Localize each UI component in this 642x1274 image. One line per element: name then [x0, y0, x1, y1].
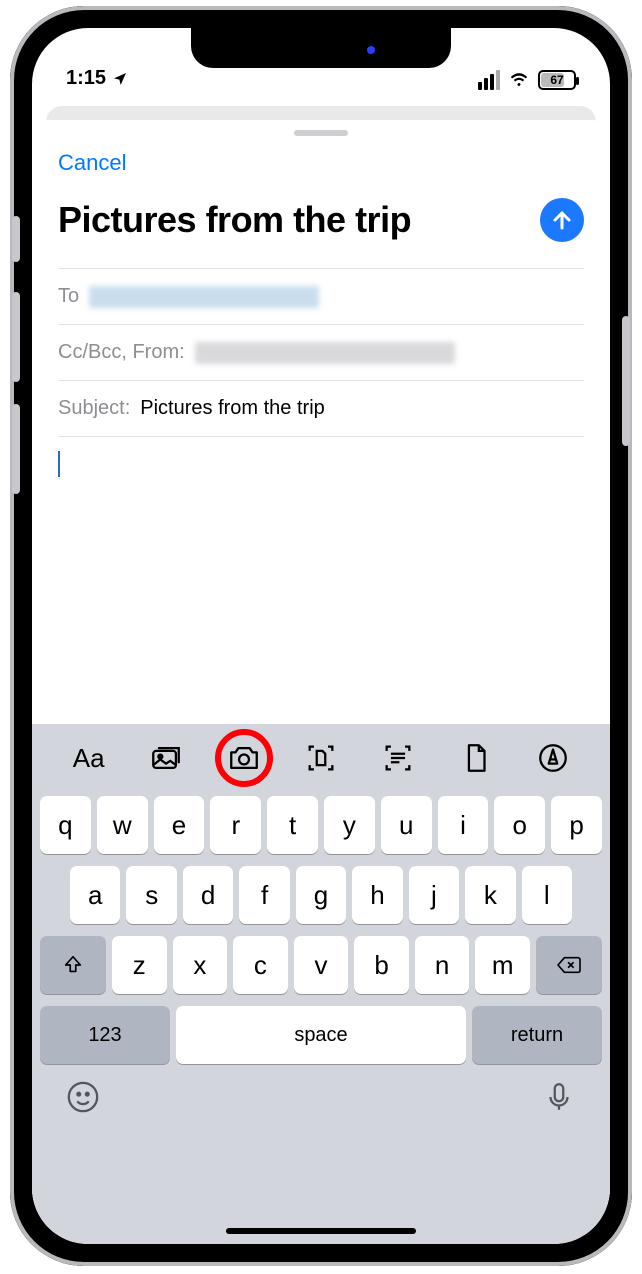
to-field[interactable]: To [58, 268, 584, 324]
backspace-key[interactable] [536, 936, 602, 994]
key-i[interactable]: i [438, 796, 489, 854]
cc-bcc-from-field[interactable]: Cc/Bcc, From: [58, 324, 584, 380]
key-s[interactable]: s [126, 866, 176, 924]
cc-label: Cc/Bcc, From: [58, 341, 185, 364]
key-k[interactable]: k [465, 866, 515, 924]
scan-text-icon [381, 741, 415, 775]
key-e[interactable]: e [154, 796, 205, 854]
dictation-button[interactable] [542, 1080, 576, 1119]
key-b[interactable]: b [354, 936, 409, 994]
key-p[interactable]: p [551, 796, 602, 854]
subject-value: Pictures from the trip [140, 397, 325, 420]
keyboard-row-4: 123 space return [32, 1006, 610, 1064]
key-t[interactable]: t [267, 796, 318, 854]
compose-sheet: Cancel Pictures from the trip To Cc/Bcc,… [32, 120, 610, 1244]
format-toolbar: Aa [32, 724, 610, 792]
key-x[interactable]: x [173, 936, 228, 994]
key-l[interactable]: l [522, 866, 572, 924]
text-format-button[interactable]: Aa [65, 734, 113, 782]
shift-icon [62, 954, 84, 976]
camera-button[interactable] [220, 734, 268, 782]
arrow-up-icon [550, 208, 574, 232]
key-y[interactable]: y [324, 796, 375, 854]
key-q[interactable]: q [40, 796, 91, 854]
wifi-icon [508, 71, 530, 89]
space-key[interactable]: space [176, 1006, 466, 1064]
location-icon [112, 71, 128, 87]
status-time: 1:15 [66, 67, 106, 90]
key-a[interactable]: a [70, 866, 120, 924]
battery-percent: 67 [550, 73, 563, 87]
sheet-grabber[interactable] [294, 130, 348, 136]
key-v[interactable]: v [294, 936, 349, 994]
key-n[interactable]: n [415, 936, 470, 994]
document-icon [459, 741, 493, 775]
markup-icon [536, 741, 570, 775]
home-indicator[interactable] [226, 1228, 416, 1234]
key-o[interactable]: o [494, 796, 545, 854]
cell-signal-icon [478, 70, 500, 90]
emoji-icon [66, 1080, 100, 1114]
backspace-icon [556, 954, 582, 976]
shift-key[interactable] [40, 936, 106, 994]
scan-text-button[interactable] [374, 734, 422, 782]
emoji-button[interactable] [66, 1080, 100, 1119]
text-cursor [58, 451, 60, 477]
key-g[interactable]: g [296, 866, 346, 924]
message-body[interactable] [58, 437, 584, 482]
numbers-key[interactable]: 123 [40, 1006, 170, 1064]
compose-title: Pictures from the trip [58, 199, 411, 241]
key-h[interactable]: h [352, 866, 402, 924]
key-w[interactable]: w [97, 796, 148, 854]
scan-document-icon [304, 741, 338, 775]
key-m[interactable]: m [475, 936, 530, 994]
return-key[interactable]: return [472, 1006, 602, 1064]
mic-icon [542, 1080, 576, 1114]
key-d[interactable]: d [183, 866, 233, 924]
attach-file-button[interactable] [452, 734, 500, 782]
scan-document-button[interactable] [297, 734, 345, 782]
from-value-redacted [195, 342, 455, 364]
keyboard-row-1: q w e r t y u i o p [40, 796, 602, 854]
battery-icon: 67 [538, 70, 576, 90]
keyboard-area: Aa [32, 724, 610, 1244]
key-j[interactable]: j [409, 866, 459, 924]
subject-field[interactable]: Subject: Pictures from the trip [58, 380, 584, 437]
keyboard-row-2: a s d f g h j k l [40, 866, 602, 924]
keyboard-row-3: z x c v b n m [40, 936, 602, 994]
key-u[interactable]: u [381, 796, 432, 854]
send-button[interactable] [540, 198, 584, 242]
subject-label: Subject: [58, 397, 130, 420]
key-f[interactable]: f [239, 866, 289, 924]
markup-button[interactable] [529, 734, 577, 782]
key-c[interactable]: c [233, 936, 288, 994]
photo-library-button[interactable] [142, 734, 190, 782]
cancel-button[interactable]: Cancel [58, 150, 126, 176]
to-label: To [58, 285, 79, 308]
key-r[interactable]: r [210, 796, 261, 854]
photo-icon [149, 741, 183, 775]
annotation-highlight [215, 729, 273, 787]
key-z[interactable]: z [112, 936, 167, 994]
to-value-redacted [89, 286, 319, 308]
